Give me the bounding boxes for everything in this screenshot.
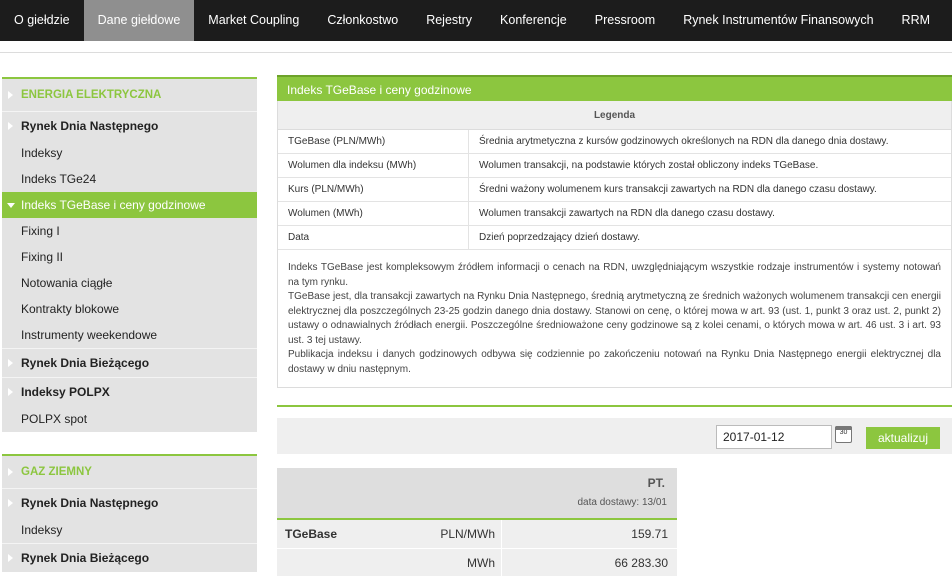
table-row: MWh 66 283.30 bbox=[277, 548, 677, 576]
sidebar-header-label: ENERGIA ELEKTRYCZNA bbox=[21, 89, 162, 101]
sidebar-item-rdn[interactable]: Rynek Dnia Następnego bbox=[2, 111, 257, 140]
sidebar-group-gas: GAZ ZIEMNY Rynek Dnia Następnego Indeksy… bbox=[2, 454, 257, 572]
chevron-right-icon bbox=[8, 468, 13, 476]
row-value: 159.71 bbox=[502, 520, 677, 548]
sidebar-item-notowania[interactable]: Notowania ciągłe bbox=[2, 270, 257, 296]
nav-item-dane-gieldowe[interactable]: Dane giełdowe bbox=[83, 0, 195, 41]
table-row: TGeBase PLN/MWh 159.71 bbox=[277, 520, 677, 548]
sidebar-header-gas[interactable]: GAZ ZIEMNY bbox=[2, 456, 257, 488]
row-unit: MWh bbox=[395, 548, 502, 576]
top-nav: O giełdzie Dane giełdowe Market Coupling… bbox=[0, 0, 952, 41]
legend-term: Kurs (PLN/MWh) bbox=[278, 178, 469, 201]
divider bbox=[277, 405, 952, 407]
row-unit: PLN/MWh bbox=[395, 520, 502, 548]
chevron-right-icon bbox=[8, 554, 13, 562]
delivery-date: data dostawy: 13/01 bbox=[577, 497, 667, 508]
sidebar-item-polpx-spot[interactable]: POLPX spot bbox=[2, 406, 257, 432]
sidebar: ENERGIA ELEKTRYCZNA Rynek Dnia Następneg… bbox=[2, 77, 257, 578]
nav-item-o-gieldzie[interactable]: O giełdzie bbox=[0, 0, 84, 41]
calendar-icon[interactable]: 30 bbox=[835, 426, 852, 443]
legend-row: Wolumen (MWh) Wolumen transakcji zawarty… bbox=[278, 202, 951, 226]
day-label: PT. bbox=[647, 476, 665, 490]
sidebar-item-label: Rynek Dnia Bieżącego bbox=[21, 551, 150, 565]
sidebar-item-gas-indeksy[interactable]: Indeksy bbox=[2, 517, 257, 543]
divider bbox=[0, 52, 952, 53]
sidebar-item-label: Indeksy POLPX bbox=[21, 385, 110, 399]
sidebar-item-label: Rynek Dnia Następnego bbox=[21, 119, 159, 133]
main-content: Indeks TGeBase i ceny godzinowe Legenda … bbox=[277, 75, 952, 388]
sidebar-item-rdb[interactable]: Rynek Dnia Bieżącego bbox=[2, 348, 257, 377]
legend-term: Data bbox=[278, 226, 469, 249]
legend-term: Wolumen dla indeksu (MWh) bbox=[278, 154, 469, 177]
chevron-right-icon bbox=[8, 359, 13, 367]
update-button[interactable]: aktualizuj bbox=[866, 427, 940, 449]
sidebar-group-energy: ENERGIA ELEKTRYCZNA Rynek Dnia Następneg… bbox=[2, 77, 257, 432]
legend-row: Kurs (PLN/MWh) Średni ważony wolumenem k… bbox=[278, 178, 951, 202]
sidebar-item-label: Rynek Dnia Bieżącego bbox=[21, 356, 150, 370]
chevron-right-icon bbox=[8, 91, 13, 99]
nav-item-market-coupling[interactable]: Market Coupling bbox=[194, 0, 313, 41]
description-paragraph: TGeBase jest, dla transakcji zawartych n… bbox=[288, 291, 941, 346]
sidebar-item-label: Rynek Dnia Następnego bbox=[21, 496, 159, 510]
sidebar-item-indeksy[interactable]: Indeksy bbox=[2, 140, 257, 166]
sidebar-item-kontrakty[interactable]: Kontrakty blokowe bbox=[2, 296, 257, 322]
chevron-right-icon bbox=[8, 388, 13, 396]
legend-term: Wolumen (MWh) bbox=[278, 202, 469, 225]
sidebar-header-label: GAZ ZIEMNY bbox=[21, 466, 92, 478]
table-header: PT. data dostawy: 13/01 bbox=[277, 468, 677, 520]
chevron-right-icon bbox=[8, 499, 13, 507]
sidebar-item-gas-rdn[interactable]: Rynek Dnia Następnego bbox=[2, 488, 257, 517]
nav-item-rejestry[interactable]: Rejestry bbox=[412, 0, 486, 41]
sidebar-header-energy[interactable]: ENERGIA ELEKTRYCZNA bbox=[2, 79, 257, 111]
row-label bbox=[277, 548, 395, 576]
legend-desc: Średnia arytmetyczna z kursów godzinowyc… bbox=[479, 136, 889, 147]
legend-desc: Wolumen transakcji zawartych na RDN dla … bbox=[479, 208, 775, 219]
row-label: TGeBase bbox=[277, 520, 395, 548]
data-table: PT. data dostawy: 13/01 TGeBase PLN/MWh … bbox=[277, 468, 677, 576]
sidebar-item-weekendowe[interactable]: Instrumenty weekendowe bbox=[2, 322, 257, 348]
legend-row: Wolumen dla indeksu (MWh) Wolumen transa… bbox=[278, 154, 951, 178]
sidebar-item-fixing-2[interactable]: Fixing II bbox=[2, 244, 257, 270]
legend-desc: Dzień poprzedzający dzień dostawy. bbox=[479, 232, 641, 243]
legend-desc: Średni ważony wolumenem kurs transakcji … bbox=[479, 184, 877, 195]
legend-desc: Wolumen transakcji, na podstawie których… bbox=[479, 160, 819, 171]
sidebar-item-polpx[interactable]: Indeksy POLPX bbox=[2, 377, 257, 406]
date-filter-bar: 30 aktualizuj bbox=[277, 418, 952, 454]
chevron-right-icon bbox=[8, 122, 13, 130]
nav-item-rynek-instrumentow[interactable]: Rynek Instrumentów Finansowych bbox=[669, 0, 887, 41]
description-paragraph: Publikacja indeksu i danych godzinowych … bbox=[288, 349, 941, 375]
nav-item-czlonkostwo[interactable]: Członkostwo bbox=[313, 0, 412, 41]
nav-item-rrm[interactable]: RRM bbox=[888, 0, 944, 41]
page-title: Indeks TGeBase i ceny godzinowe bbox=[277, 75, 952, 101]
sidebar-item-tgebase[interactable]: Indeks TGeBase i ceny godzinowe bbox=[2, 192, 257, 218]
legend-title: Legenda bbox=[278, 101, 951, 130]
legend-row: TGeBase (PLN/MWh) Średnia arytmetyczna z… bbox=[278, 130, 951, 154]
legend-box: Legenda TGeBase (PLN/MWh) Średnia arytme… bbox=[277, 101, 952, 388]
chevron-down-icon bbox=[7, 203, 15, 208]
row-value: 66 283.30 bbox=[502, 548, 677, 576]
description-text: Indeks TGeBase jest kompleksowym źródłem… bbox=[278, 250, 951, 387]
sidebar-item-label: Indeks TGeBase i ceny godzinowe bbox=[21, 198, 206, 212]
sidebar-item-tge24[interactable]: Indeks TGe24 bbox=[2, 166, 257, 192]
nav-item-konferencje[interactable]: Konferencje bbox=[486, 0, 581, 41]
description-paragraph: Indeks TGeBase jest kompleksowym źródłem… bbox=[288, 262, 941, 288]
sidebar-item-gas-rdb[interactable]: Rynek Dnia Bieżącego bbox=[2, 543, 257, 572]
calendar-day: 30 bbox=[839, 429, 848, 436]
nav-item-pressroom[interactable]: Pressroom bbox=[581, 0, 669, 41]
date-input[interactable] bbox=[716, 425, 832, 449]
legend-term: TGeBase (PLN/MWh) bbox=[278, 130, 469, 153]
legend-row: Data Dzień poprzedzający dzień dostawy. bbox=[278, 226, 951, 250]
sidebar-item-fixing-1[interactable]: Fixing I bbox=[2, 218, 257, 244]
